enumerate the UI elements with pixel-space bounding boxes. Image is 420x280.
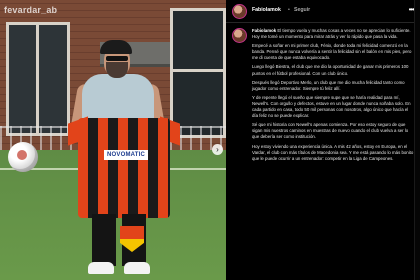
- caption-text: El tiempo vuela y muchas cosas a veces n…: [252, 28, 411, 40]
- author-username[interactable]: Fabiolamok: [252, 7, 281, 13]
- caption-paragraph: Después llegó Deportivo Merlo, un club q…: [252, 79, 405, 91]
- photo-watermark: fevardar_ab: [4, 5, 58, 15]
- person-shoe-left: [88, 262, 114, 274]
- caption-username[interactable]: Fabiolamok: [252, 28, 276, 33]
- caption-paragraph: Hoy estoy viviendo una experiencia única…: [252, 143, 414, 161]
- person-glasses: [106, 56, 128, 61]
- scrollbar[interactable]: [414, 0, 420, 280]
- football: [8, 142, 38, 172]
- caption-paragraph: Fabiolamok El tiempo vuela y muchas cosa…: [252, 28, 414, 40]
- separator-dot: •: [288, 7, 290, 13]
- person-cap: [100, 40, 132, 54]
- caption-paragraph: Empecé a soñar en mi primer club, Fénix,…: [252, 43, 412, 61]
- follow-button[interactable]: Seguir: [294, 7, 310, 13]
- author-avatar[interactable]: [232, 4, 247, 19]
- post-panel: Fabiolamok • Seguir ••• Fabiolamok El ti…: [226, 0, 420, 280]
- next-photo-button[interactable]: ›: [212, 144, 223, 155]
- post-header: Fabiolamok • Seguir •••: [226, 0, 420, 23]
- jersey-sponsor-logo: NOVOMATIC: [104, 150, 148, 160]
- caption-paragraph: Y de repente llegó el sueño que siempre …: [252, 94, 411, 119]
- caption-paragraph: Luego llegó Biestra, el club que me dio …: [252, 64, 409, 76]
- striped-jersey: [78, 118, 170, 218]
- post-caption: Fabiolamok El tiempo vuela y muchas cosa…: [252, 28, 414, 165]
- caption-avatar[interactable]: [232, 28, 247, 43]
- post-photo[interactable]: NOVOMATIC fevardar_ab: [0, 0, 226, 280]
- person-shoe-right: [124, 262, 150, 274]
- caption-paragraph: Sé que mi historia con Newell's apenas c…: [252, 122, 409, 140]
- building-window-right: [170, 8, 226, 138]
- building-window-left: [6, 22, 70, 136]
